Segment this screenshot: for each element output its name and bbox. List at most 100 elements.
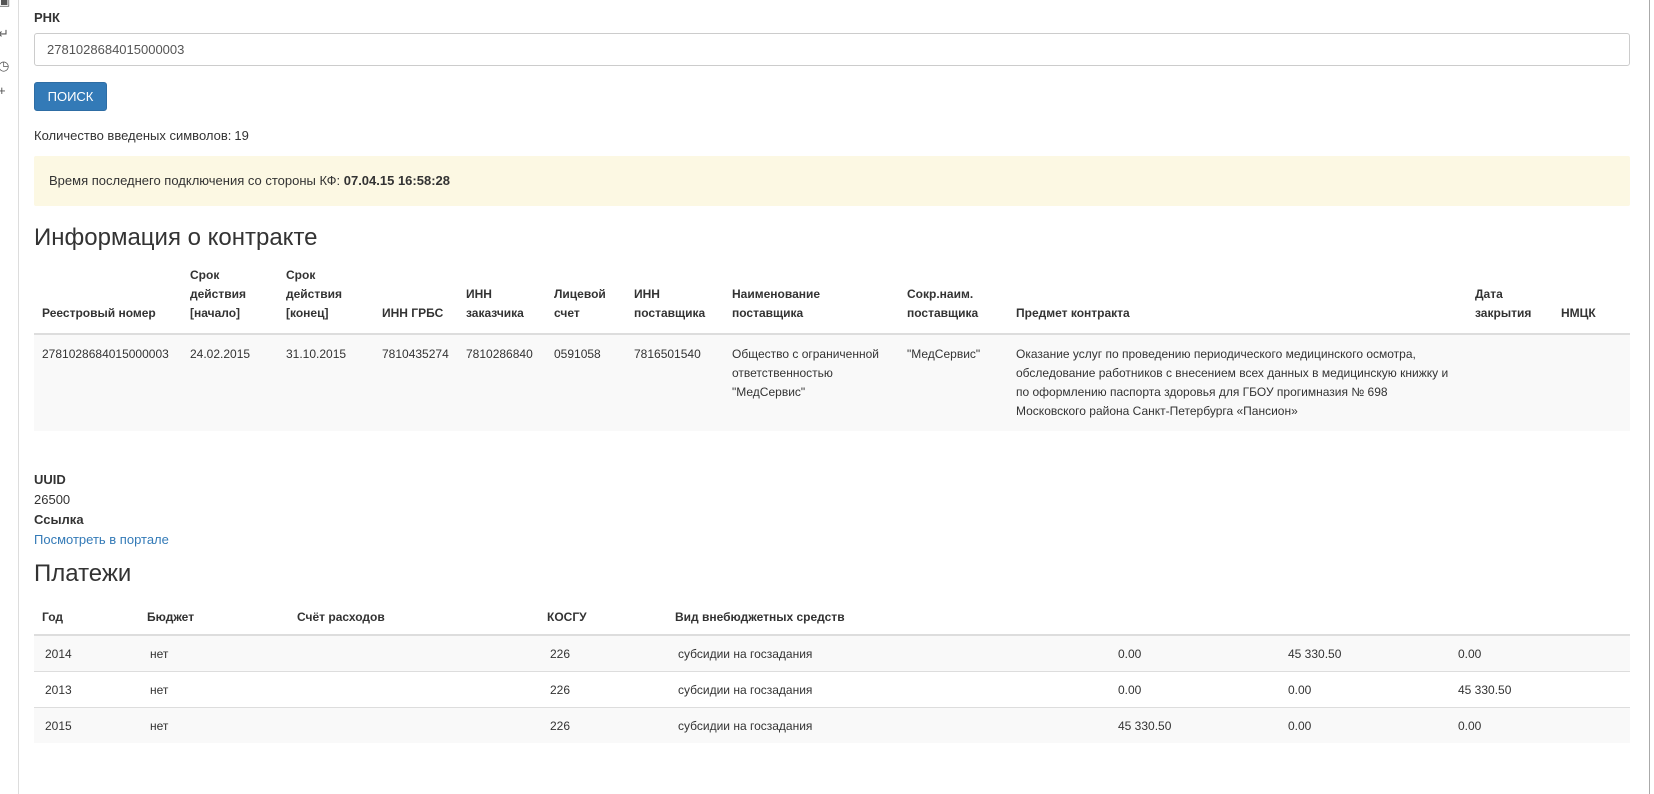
header-line: Срок xyxy=(286,268,316,282)
contract-cell: Оказание услуг по проведению периодическ… xyxy=(1008,334,1467,431)
uuid-label: UUID xyxy=(34,472,66,487)
contract-col-header: НМЦК xyxy=(1553,262,1630,335)
contract-cell: "МедСервис" xyxy=(899,334,1008,431)
rnk-input[interactable] xyxy=(34,33,1630,66)
payments-cell xyxy=(289,634,539,672)
header-line: поставщика xyxy=(634,306,706,320)
payments-cell: 0.00 xyxy=(1447,707,1630,743)
table-row: 2015 нет 226 субсидии на госзадания 45 330.5… xyxy=(34,707,1630,743)
uuid-block: UUID 26500 Ссылка Посмотреть в портале xyxy=(34,470,169,550)
scrollbar[interactable] xyxy=(1649,0,1654,794)
payments-cell: 226 xyxy=(539,671,667,708)
payments-cell: 226 xyxy=(539,707,667,743)
payments-cell: 2013 xyxy=(34,671,139,708)
payments-cell xyxy=(891,671,1107,708)
contract-col-header: Срок действия [конец] xyxy=(278,262,374,335)
payments-cell xyxy=(289,671,539,708)
history-icon[interactable]: ◷ xyxy=(0,59,10,73)
header-line: Лицевой xyxy=(554,287,606,301)
rnk-label: РНК xyxy=(34,10,60,25)
symbol-count: Количество введеных символов: 19 xyxy=(34,128,249,143)
alert-timestamp: 07.04.15 16:58:28 xyxy=(343,173,450,188)
header-line: поставщика xyxy=(907,306,979,320)
payments-cell: 2014 xyxy=(34,634,139,672)
contract-col-header: ИНН заказчика xyxy=(458,262,546,335)
header-line: [начало] xyxy=(190,306,241,320)
payments-cell xyxy=(289,707,539,743)
search-button[interactable]: ПОИСК xyxy=(34,82,107,111)
payments-col-header: КОСГУ xyxy=(539,604,667,636)
left-toolbar: ▣ ↵ ◷ + xyxy=(0,0,19,794)
contract-cell: 24.02.2015 xyxy=(182,334,278,431)
link-label: Ссылка xyxy=(34,512,84,527)
contract-col-header: Реестровый номер xyxy=(34,262,182,335)
contract-cell: 7810435274 xyxy=(374,334,458,431)
payments-cell: 45 330.50 xyxy=(1447,671,1630,708)
header-line: Реестровый номер xyxy=(42,306,156,320)
payments-cell: субсидии на госзадания xyxy=(667,671,891,708)
header-line: [конец] xyxy=(286,306,329,320)
payments-cell: 0.00 xyxy=(1277,707,1447,743)
symbol-count-value: 19 xyxy=(234,128,249,143)
contract-table: Реестровый номер Срок действия [начало] Срок… xyxy=(34,262,1630,431)
header-line: ИНН ГРБС xyxy=(382,306,444,320)
contract-col-header: Наименование поставщика xyxy=(724,262,899,335)
portal-link[interactable]: Посмотреть в портале xyxy=(34,532,169,547)
table-row: 2014 нет 226 субсидии на госзадания 0.00 45 3… xyxy=(34,634,1630,672)
contract-cell xyxy=(1553,334,1630,431)
uuid-value: 26500 xyxy=(34,492,71,507)
payments-col-header xyxy=(1447,604,1630,636)
payments-cell: субсидии на госзадания xyxy=(667,634,891,672)
contract-cell: 2781028684015000003 xyxy=(34,334,182,431)
payments-table: Год Бюджет Счёт расходов КОСГУ Вид внебюджет… xyxy=(34,604,1630,743)
contract-col-header: Сокр.наим. поставщика xyxy=(899,262,1008,335)
header-line: поставщика xyxy=(732,306,804,320)
payments-cell: нет xyxy=(139,634,289,672)
contract-col-header: ИНН ГРБС xyxy=(374,262,458,335)
payments-cell: субсидии на госзадания xyxy=(667,707,891,743)
payments-col-header xyxy=(1107,604,1277,636)
symbol-count-label: Количество введеных символов: xyxy=(34,128,232,143)
contract-col-header: Дата закрытия xyxy=(1467,262,1553,335)
payments-cell: нет xyxy=(139,671,289,708)
table-row: 2013 нет 226 субсидии на госзадания 0.00 0.00… xyxy=(34,671,1630,708)
header-line: закрытия xyxy=(1475,306,1532,320)
contract-cell xyxy=(1467,334,1553,431)
payments-cell xyxy=(891,707,1107,743)
payments-cell: 226 xyxy=(539,634,667,672)
payments-cell: 45 330.50 xyxy=(1277,634,1447,672)
contract-cell: 7810286840 xyxy=(458,334,546,431)
payments-col-header xyxy=(1277,604,1447,636)
payments-cell: 0.00 xyxy=(1107,634,1277,672)
header-line: действия xyxy=(190,287,246,301)
contract-title: Информация о контракте xyxy=(34,224,318,251)
payments-col-header xyxy=(891,604,1107,636)
contract-col-header: ИНН поставщика xyxy=(626,262,724,335)
contract-col-header: Лицевой счет xyxy=(546,262,626,335)
payments-cell: нет xyxy=(139,707,289,743)
payments-cell xyxy=(891,634,1107,672)
plus-icon[interactable]: + xyxy=(0,84,10,98)
payments-col-header: Бюджет xyxy=(139,604,289,636)
alert-text: Время последнего подключения со стороны … xyxy=(49,173,341,188)
export-icon[interactable]: ↵ xyxy=(0,27,10,41)
payments-cell: 0.00 xyxy=(1107,671,1277,708)
header-line: ИНН xyxy=(634,287,660,301)
contract-cell: 0591058 xyxy=(546,334,626,431)
header-line: Наименование xyxy=(732,287,821,301)
payments-col-header: Счёт расходов xyxy=(289,604,539,636)
contract-cell: 31.10.2015 xyxy=(278,334,374,431)
copy-icon[interactable]: ▣ xyxy=(0,0,10,8)
header-line: ИНН xyxy=(466,287,492,301)
payments-cell: 0.00 xyxy=(1277,671,1447,708)
header-line: счет xyxy=(554,306,580,320)
payments-cell: 2015 xyxy=(34,707,139,743)
header-line: действия xyxy=(286,287,342,301)
header-line: Срок xyxy=(190,268,220,282)
payments-col-header: Вид внебюджетных средств xyxy=(667,604,891,636)
payments-cell: 45 330.50 xyxy=(1107,707,1277,743)
payments-col-header: Год xyxy=(34,604,139,636)
contract-cell: 7816501540 xyxy=(626,334,724,431)
payments-cell: 0.00 xyxy=(1447,634,1630,672)
contract-col-header: Предмет контракта xyxy=(1008,262,1467,335)
